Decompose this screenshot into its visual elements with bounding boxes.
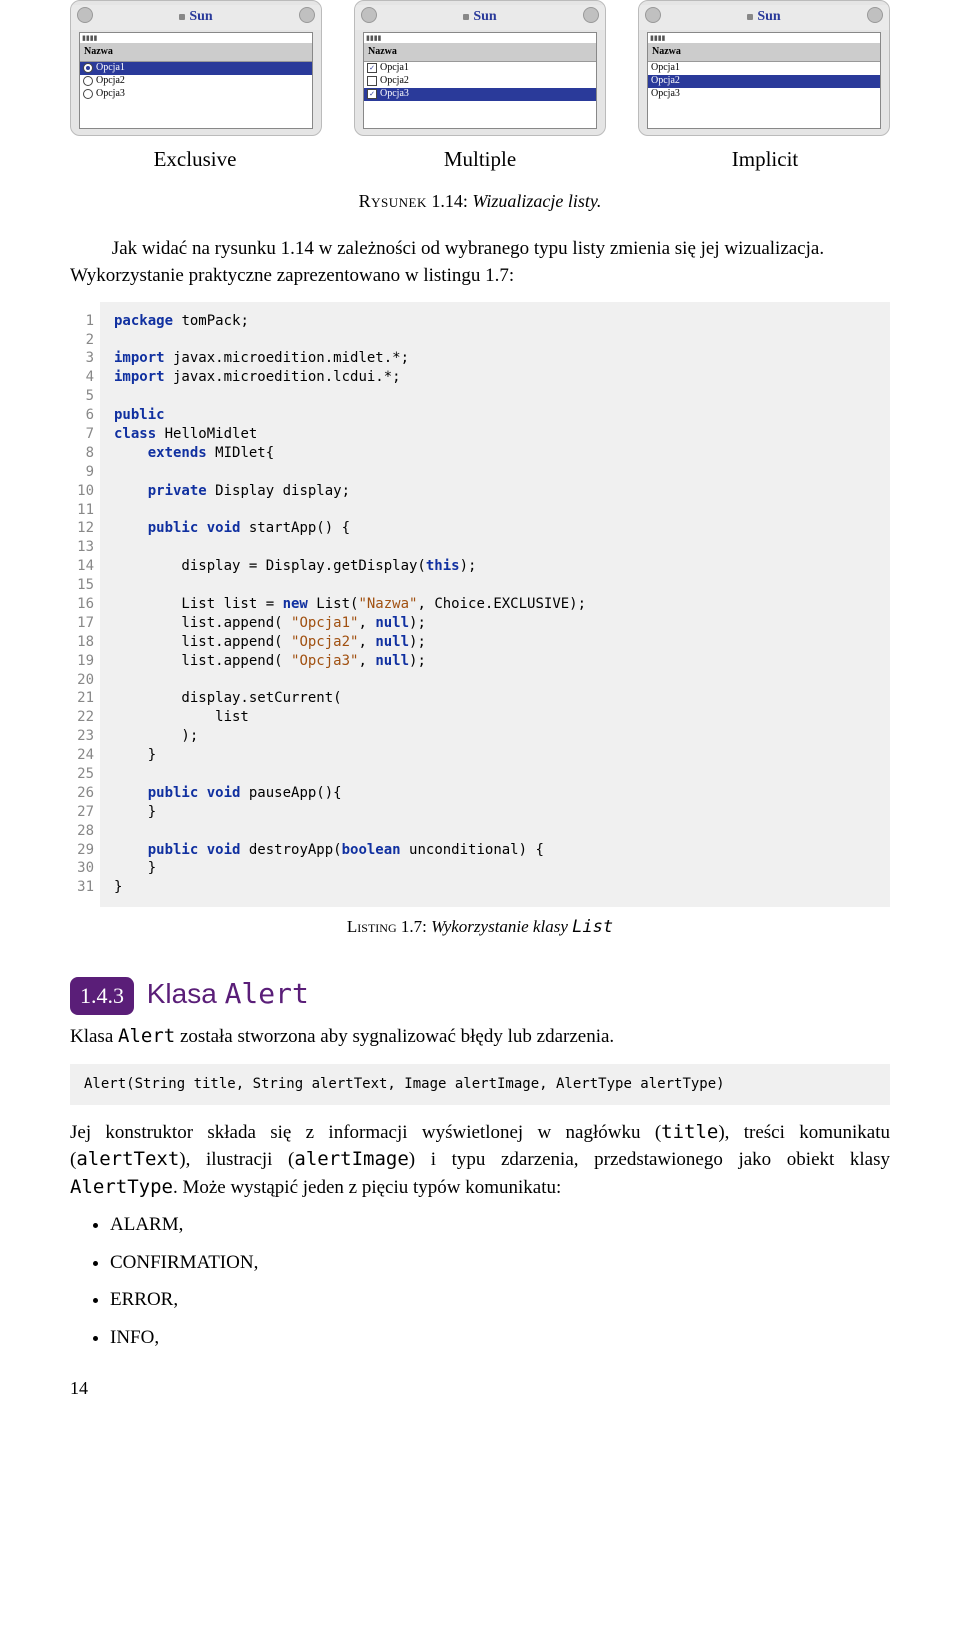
radio-icon (83, 76, 93, 86)
paragraph-alert-intro: Klasa Alert została stworzona aby sygnal… (70, 1023, 890, 1051)
phone-knob-icon (361, 7, 377, 23)
section-number-badge: 1.4.3 (70, 977, 134, 1015)
listing-caption: Listing 1.7: Wykorzystanie klasy List (70, 915, 890, 940)
list-item: CONFIRMATION, (110, 1249, 890, 1277)
alert-types-list: ALARM, CONFIRMATION, ERROR, INFO, (110, 1211, 890, 1351)
phone-list: Opcja1 Opcja2 Opcja3 (80, 62, 312, 101)
phone-list: Opcja1 Opcja2 Opcja3 (648, 62, 880, 101)
page: Sun ▮▮▮▮ Nazwa Opcja1 Opcja2 Opcja3 Sun … (0, 0, 960, 1422)
status-bar: ▮▮▮▮ (80, 33, 312, 44)
section-header: 1.4.3 Klasa Alert (70, 974, 890, 1015)
sun-label: Sun (473, 9, 496, 24)
section-title: Klasa Alert (147, 978, 309, 1009)
status-bar: ▮▮▮▮ (648, 33, 880, 44)
list-header: Nazwa (648, 44, 880, 62)
listing-num: 1.7: (401, 917, 427, 936)
alert-constructor-signature: Alert(String title, String alertText, Im… (70, 1064, 890, 1104)
phone-exclusive: Sun ▮▮▮▮ Nazwa Opcja1 Opcja2 Opcja3 (70, 0, 322, 136)
phone-knob-icon (77, 7, 93, 23)
fig-it: Wizualizacje listy. (472, 191, 601, 211)
phone-screen: ▮▮▮▮ Nazwa ✓Opcja1 Opcja2 ✓Opcja3 (363, 32, 597, 129)
listing-sc: Listing (347, 917, 397, 936)
listing-it: Wykorzystanie klasy List (431, 917, 613, 936)
phone-knob-icon (867, 7, 883, 23)
code-listing: 1234567891011121314151617181920212223242… (70, 302, 890, 908)
list-item: ALARM, (110, 1211, 890, 1239)
list-item[interactable]: Opcja2 (364, 75, 596, 88)
sun-label: Sun (757, 9, 780, 24)
line-numbers: 1234567891011121314151617181920212223242… (70, 302, 100, 908)
phone-implicit: Sun ▮▮▮▮ Nazwa Opcja1 Opcja2 Opcja3 (638, 0, 890, 136)
phone-knob-icon (299, 7, 315, 23)
list-header: Nazwa (80, 44, 312, 62)
label-implicit: Implicit (640, 144, 890, 174)
checkbox-icon: ✓ (367, 89, 377, 99)
figure-caption: Rysunek 1.14: Wizualizacje listy. (70, 188, 890, 214)
paragraph-alert-desc: Jej konstruktor składa się z informacji … (70, 1119, 890, 1202)
label-multiple: Multiple (355, 144, 605, 174)
list-item[interactable]: ✓Opcja3 (364, 88, 596, 101)
list-item: ERROR, (110, 1286, 890, 1314)
checkbox-icon (367, 76, 377, 86)
list-item[interactable]: Opcja1 (648, 62, 880, 75)
phone-multiple: Sun ▮▮▮▮ Nazwa ✓Opcja1 Opcja2 ✓Opcja3 (354, 0, 606, 136)
checkbox-icon: ✓ (367, 63, 377, 73)
label-exclusive: Exclusive (70, 144, 320, 174)
phone-knob-icon (583, 7, 599, 23)
radio-icon (83, 63, 93, 73)
fig-num: 1.14: (431, 191, 468, 211)
list-item[interactable]: Opcja3 (80, 88, 312, 101)
radio-icon (83, 89, 93, 99)
sun-label: Sun (189, 9, 212, 24)
phone-list: ✓Opcja1 Opcja2 ✓Opcja3 (364, 62, 596, 101)
paragraph-intro: Jak widać na rysunku 1.14 w zależności o… (70, 235, 890, 290)
list-item[interactable]: Opcja2 (80, 75, 312, 88)
phone-labels-row: Exclusive Multiple Implicit (70, 144, 890, 174)
fig-sc: Rysunek (359, 191, 427, 211)
phone-screen: ▮▮▮▮ Nazwa Opcja1 Opcja2 Opcja3 (647, 32, 881, 129)
sun-logo-bar: Sun (71, 5, 321, 30)
list-item[interactable]: ✓Opcja1 (364, 62, 596, 75)
list-header: Nazwa (364, 44, 596, 62)
list-item: INFO, (110, 1324, 890, 1352)
phone-mockup-row: Sun ▮▮▮▮ Nazwa Opcja1 Opcja2 Opcja3 Sun … (70, 0, 890, 136)
list-item[interactable]: Opcja3 (648, 88, 880, 101)
sun-logo-bar: Sun (639, 5, 889, 30)
list-item[interactable]: Opcja1 (80, 62, 312, 75)
sun-logo-bar: Sun (355, 5, 605, 30)
code-body: package tomPack; import javax.microediti… (100, 302, 890, 908)
page-number: 14 (70, 1375, 890, 1401)
list-item[interactable]: Opcja2 (648, 75, 880, 88)
status-bar: ▮▮▮▮ (364, 33, 596, 44)
phone-knob-icon (645, 7, 661, 23)
phone-screen: ▮▮▮▮ Nazwa Opcja1 Opcja2 Opcja3 (79, 32, 313, 129)
